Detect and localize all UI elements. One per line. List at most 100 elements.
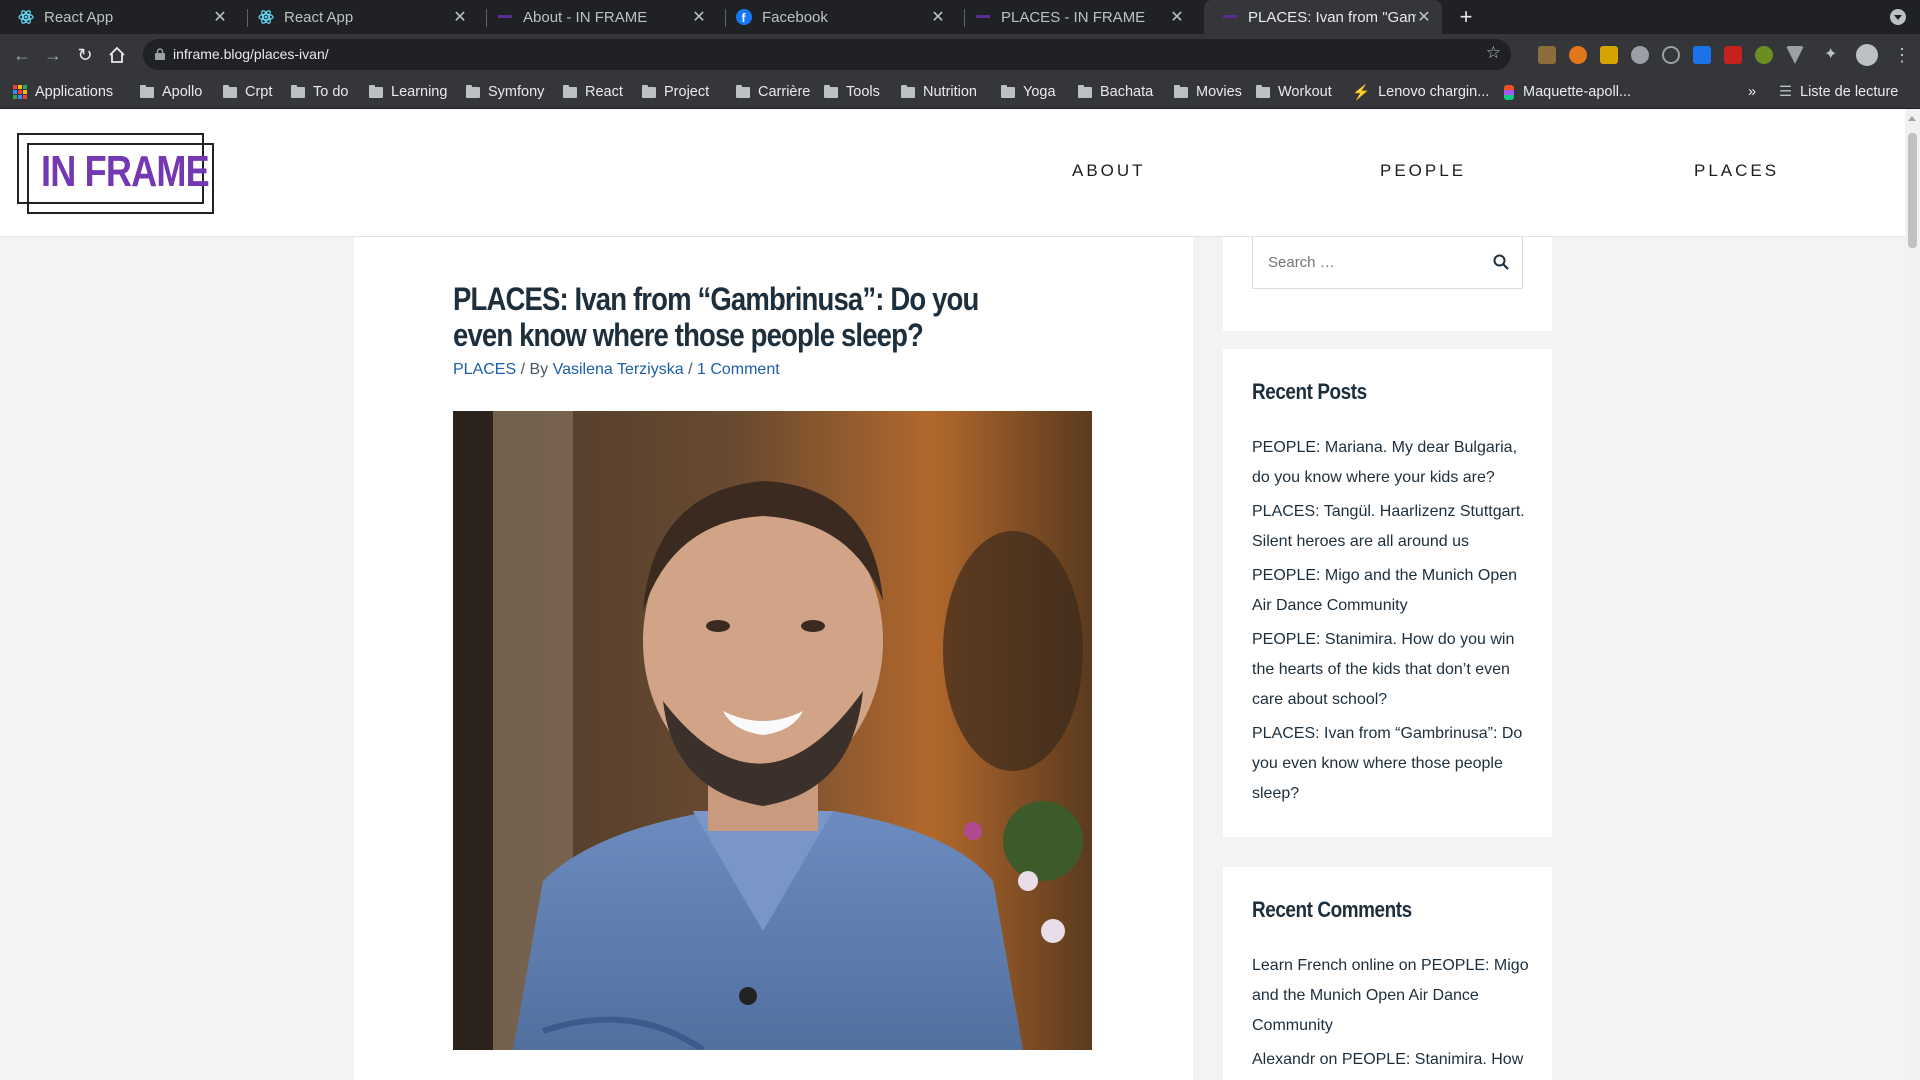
react-icon — [18, 9, 34, 25]
close-icon[interactable]: ✕ — [1169, 7, 1185, 27]
bookmark-folder[interactable]: Apollo — [140, 75, 202, 109]
tab-search-icon[interactable] — [1890, 9, 1906, 25]
post-author-link[interactable]: Vasilena Terziyska — [553, 361, 684, 378]
more-vert-icon[interactable]: ⋮ — [1893, 44, 1911, 66]
extension-icon[interactable] — [1693, 46, 1711, 64]
bookmark-label: Tools — [846, 84, 880, 100]
tab-title: PLACES - IN FRAME — [1001, 8, 1146, 26]
bookmark-label: Crpt — [245, 84, 273, 100]
folder-icon — [1001, 84, 1015, 98]
post-comments-link[interactable]: 1 Comment — [697, 361, 780, 378]
bookmark-folder[interactable]: Crpt — [223, 75, 272, 109]
metamask-icon[interactable] — [1569, 46, 1587, 64]
bookmark-folder[interactable]: Learning — [369, 75, 447, 109]
scrollbar-thumb[interactable] — [1908, 133, 1917, 248]
lightning-icon: ⚡ — [1352, 84, 1371, 101]
puzzle-icon[interactable]: ✦ — [1824, 46, 1842, 64]
comment-post-link[interactable]: PEOPLE: Stanimira. How — [1342, 1051, 1523, 1068]
extension-icon[interactable] — [1600, 46, 1618, 64]
comment-author-link[interactable]: Alexandr — [1252, 1051, 1315, 1068]
tab-react-app-2[interactable]: React App ✕ — [240, 0, 478, 34]
web-page: IN FRAME ABOUT PEOPLE PLACES PLACES: Iva… — [0, 109, 1920, 1080]
extension-icon[interactable] — [1786, 46, 1804, 64]
recent-posts-list: PEOPLE: Mariana. My dear Bulgaria, do yo… — [1252, 433, 1532, 813]
extension-icon[interactable] — [1631, 46, 1649, 64]
list-item: PLACES: Tangül. Haarlizenz Stuttgart. Si… — [1252, 497, 1532, 557]
nav-places[interactable]: PLACES — [1694, 161, 1779, 181]
site-logo[interactable]: IN FRAME — [17, 133, 214, 214]
recent-post-link[interactable]: PLACES: Tangül. Haarlizenz Stuttgart. Si… — [1252, 503, 1525, 550]
new-tab-button[interactable]: + — [1453, 4, 1479, 30]
bookmark-folder[interactable]: Bachata — [1078, 75, 1153, 109]
recent-post-link[interactable]: PEOPLE: Migo and the Munich Open Air Dan… — [1252, 567, 1517, 614]
browser-toolbar: ← → ↻ inframe.blog/places-ivan/ ☆ ✦ ⋮ — [0, 34, 1920, 75]
bookmark-folder[interactable]: Tools — [824, 75, 880, 109]
bookmark-label: To do — [313, 84, 349, 100]
nav-about[interactable]: ABOUT — [1072, 161, 1146, 181]
post-meta: PLACES / By Vasilena Terziyska / 1 Comme… — [453, 361, 780, 379]
recent-post-link[interactable]: PEOPLE: Stanimira. How do you win the he… — [1252, 631, 1514, 708]
recent-post-link[interactable]: PEOPLE: Mariana. My dear Bulgaria, do yo… — [1252, 439, 1517, 486]
extension-icon[interactable] — [1538, 46, 1556, 64]
more-bookmarks-chevron-icon[interactable]: » — [1748, 75, 1756, 109]
home-icon[interactable] — [104, 42, 130, 68]
avatar[interactable] — [1856, 44, 1878, 66]
reading-list-label: Liste de lecture — [1800, 84, 1899, 100]
scroll-up-arrow-icon[interactable] — [1908, 112, 1916, 121]
folder-icon — [736, 84, 750, 98]
more-bookmarks-label: » — [1748, 84, 1757, 100]
search-input[interactable] — [1253, 237, 1483, 287]
bookmark-star-icon[interactable]: ☆ — [1486, 43, 1501, 63]
recent-post-link[interactable]: PLACES: Ivan from “Gambrinusa”: Do you e… — [1252, 725, 1522, 802]
close-icon[interactable]: ✕ — [691, 7, 707, 27]
reload-icon[interactable]: ↻ — [72, 42, 98, 68]
tab-facebook[interactable]: f Facebook ✕ — [718, 0, 956, 34]
forward-arrow-icon[interactable]: → — [40, 42, 66, 68]
bookmark-folder[interactable]: Workout — [1256, 75, 1332, 109]
comment-author-link[interactable]: Learn French online — [1252, 957, 1394, 974]
tab-places-ivan[interactable]: PLACES: Ivan from "Gamb ✕ — [1204, 0, 1442, 34]
tab-places-inframe[interactable]: PLACES - IN FRAME ✕ — [957, 0, 1195, 34]
post-category-link[interactable]: PLACES — [453, 361, 516, 378]
reading-list-button[interactable]: ☰ Liste de lecture — [1779, 75, 1898, 109]
post-title: PLACES: Ivan from “Gambrinusa”: Do you e… — [453, 281, 979, 353]
extension-icon[interactable] — [1755, 46, 1773, 64]
close-icon[interactable]: ✕ — [1416, 7, 1432, 27]
bookmark-folder[interactable]: Movies — [1174, 75, 1242, 109]
recent-posts-title: Recent Posts — [1252, 379, 1367, 404]
tab-about-inframe[interactable]: About - IN FRAME ✕ — [479, 0, 717, 34]
bookmark-folder[interactable]: Carrière — [736, 75, 810, 109]
bookmark-folder[interactable]: To do — [291, 75, 348, 109]
folder-icon — [291, 84, 305, 98]
recent-comments-title: Recent Comments — [1252, 897, 1412, 922]
search-icon[interactable] — [1492, 253, 1510, 271]
list-item: PEOPLE: Mariana. My dear Bulgaria, do yo… — [1252, 433, 1532, 493]
back-arrow-icon[interactable]: ← — [9, 42, 35, 68]
tab-title: PLACES: Ivan from "Gamb — [1248, 8, 1416, 26]
close-icon[interactable]: ✕ — [212, 7, 228, 27]
bookmark-lenovo[interactable]: ⚡ Lenovo chargin... — [1352, 75, 1489, 109]
ublock-icon[interactable] — [1724, 46, 1742, 64]
bookmark-folder[interactable]: Project — [642, 75, 709, 109]
bookmark-folder[interactable]: Yoga — [1001, 75, 1056, 109]
tab-strip: React App ✕ React App ✕ About - IN FRAME… — [0, 0, 1920, 34]
folder-icon — [223, 84, 237, 98]
bookmark-folder[interactable]: React — [563, 75, 623, 109]
tab-react-app-1[interactable]: React App ✕ — [0, 0, 238, 34]
folder-icon — [1256, 84, 1270, 98]
scrollbar[interactable] — [1905, 109, 1920, 1080]
bookmark-label: Maquette-apoll... — [1523, 84, 1632, 100]
close-icon[interactable]: ✕ — [930, 7, 946, 27]
bookmark-folder[interactable]: Nutrition — [901, 75, 977, 109]
address-bar[interactable]: inframe.blog/places-ivan/ ☆ — [143, 39, 1511, 70]
nav-people[interactable]: PEOPLE — [1380, 161, 1466, 181]
bookmark-applications[interactable]: Applications — [13, 75, 113, 109]
bookmark-label: Project — [664, 84, 710, 100]
folder-icon — [1174, 84, 1188, 98]
post-meta-by: / By — [516, 361, 553, 378]
close-icon[interactable]: ✕ — [452, 7, 468, 27]
recent-posts-widget: Recent Posts PEOPLE: Mariana. My dear Bu… — [1223, 349, 1552, 837]
bookmark-folder[interactable]: Symfony — [466, 75, 544, 109]
extension-icon[interactable] — [1662, 46, 1680, 64]
bookmark-maquette[interactable]: Maquette-apoll... — [1504, 75, 1631, 109]
